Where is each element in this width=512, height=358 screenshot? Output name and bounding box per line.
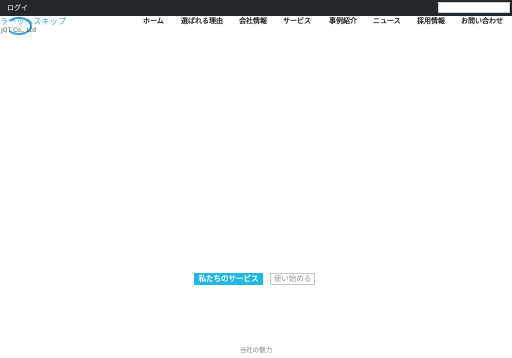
search-input[interactable] [438,2,510,13]
nav-item-recruit[interactable]: 採用情報 [417,16,445,26]
nav-item-home[interactable]: ホーム [143,16,164,26]
our-services-button[interactable]: 私たちのサービス [194,273,263,285]
login-link[interactable]: ログイ [7,3,28,13]
section-heading: 当社の魅力 [239,346,273,354]
nav-item-company[interactable]: 会社情報 [239,16,267,26]
nav-item-services[interactable]: サービス [283,16,311,26]
logo-name-jp: ラーッヘスキップ [0,17,67,26]
logo-name-en: JQT Co., Ltd [1,27,37,34]
nav-item-news[interactable]: ニュース [373,16,401,26]
get-started-button[interactable]: 使い始める [270,273,315,285]
nav-item-contact[interactable]: お問い合わせ [461,16,503,26]
nav-item-reasons[interactable]: 選ばれる理由 [181,16,223,26]
site-logo[interactable]: ラーッヘスキップ JQT Co., Ltd [0,14,80,38]
nav-item-cases[interactable]: 事例紹介 [329,16,357,26]
